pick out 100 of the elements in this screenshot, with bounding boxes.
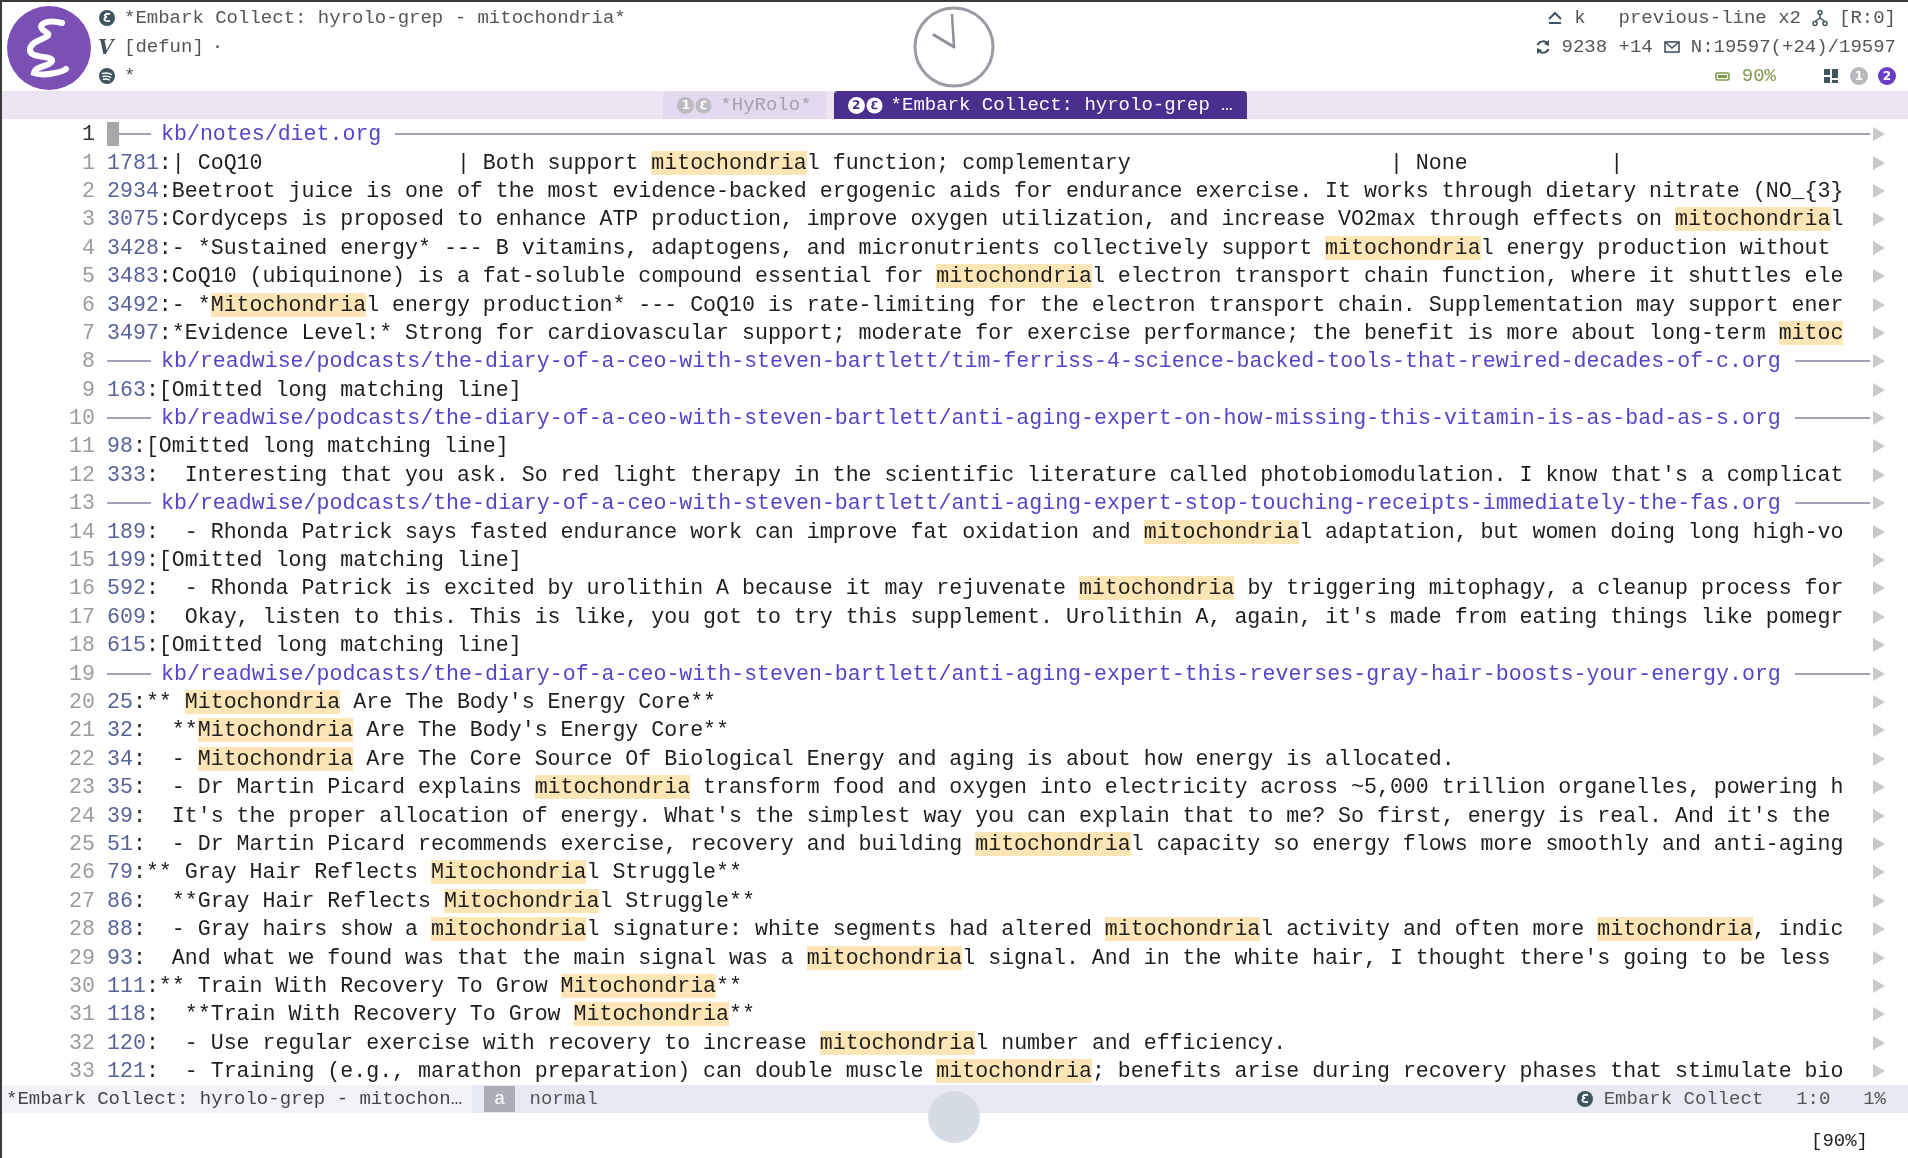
line-number: 26 <box>68 860 96 885</box>
arrow-icon <box>1872 154 1886 171</box>
emacs-icon <box>1575 1090 1594 1109</box>
match-line[interactable]: 39: It's the proper allocation of energy. What's the simplest way you can explain that to me? So first, energy is real. And it's the <box>107 803 1831 828</box>
line-number: 4 <box>81 235 96 260</box>
tab[interactable]: 2 *Embark Collect: hyrolo-grep … <box>833 91 1247 119</box>
match-line[interactable]: 25:** Mitochondria Are The Body's Energy Core** <box>107 690 717 714</box>
match-line[interactable]: 98:[Omitted long matching line] <box>107 434 509 459</box>
emacs-icon <box>695 96 713 114</box>
tree-icon <box>1811 8 1829 27</box>
line-number: 10 <box>68 406 96 431</box>
echo-message: [90%] <box>1811 1130 1868 1152</box>
match-line[interactable]: 615:[Omitted long matching line] <box>107 633 522 658</box>
function-name: [defun] <box>124 35 204 58</box>
match-line[interactable]: 111:** Train With Recovery To Grow Mitochondria** <box>107 973 742 998</box>
line-number: 6 <box>81 292 96 317</box>
file-path[interactable]: kb/readwise/podcasts/the-diary-of-a-ceo-with-steven-bartlett/anti-aging-expert-on-how-missing-this-vitamin-is-as-bad-as-s.org <box>161 406 1781 431</box>
clock-icon <box>912 5 996 89</box>
buffer-title: *Embark Collect: hyrolo-grep - mitochondria* <box>124 6 626 29</box>
line-number: 11 <box>68 434 96 459</box>
match-line[interactable]: 88: - Gray hairs show a mitochondrial signature: white segments had altered mitochondrial activity and often more mitochondria, indic <box>107 917 1844 942</box>
arrow-icon <box>1872 466 1886 483</box>
line-number: 33 <box>68 1059 96 1084</box>
file-path[interactable]: kb/readwise/podcasts/the-diary-of-a-ceo-with-steven-bartlett/anti-aging-expert-stop-touching-receipts-immediately-the-fas.org <box>161 491 1781 516</box>
arrow-icon <box>1872 268 1886 285</box>
match-line[interactable]: 120: - Use regular exercise with recovery to increase mitochondrial number and efficiency. <box>107 1030 1287 1055</box>
match-line[interactable]: 118: **Train With Recovery To Grow Mitochondria** <box>107 1002 755 1027</box>
modified-marker: * <box>124 64 136 87</box>
match-line[interactable]: 79:** Gray Hair Reflects Mitochondrial Struggle** <box>107 860 742 885</box>
line-number: 25 <box>68 831 96 856</box>
line-number: 15 <box>68 548 96 573</box>
line-number: 8 <box>81 349 96 374</box>
match-line[interactable]: 51: - Dr Martin Picard recommends exercise, recovery and building mitochondrial capacity so energy flows more smoothly and anti-aging <box>107 831 1844 856</box>
match-line[interactable]: 2934:Beetroot juice is one of the most evidence-backed ergogenic aids for endurance exercise. It works through dietary nitrate (NO_{3} <box>107 178 1844 203</box>
file-path[interactable]: kb/notes/diet.org <box>161 122 382 147</box>
match-line[interactable]: 3075:Cordyceps is proposed to enhance ATP production, improve oxygen utilization, and increase VO2max through effects on mitochondrial <box>107 207 1844 232</box>
arrow-icon <box>1872 665 1886 682</box>
mode-glyph: V <box>98 34 116 59</box>
register: [R:0] <box>1839 6 1896 29</box>
file-path[interactable]: kb/readwise/podcasts/the-diary-of-a-ceo-with-steven-bartlett/anti-aging-expert-this-reverses-gray-hair-boosts-your-energy.org <box>161 661 1781 686</box>
editor-state: normal <box>529 1088 598 1111</box>
cursor-position: 1:0 <box>1795 1088 1831 1111</box>
line-number: 9 <box>81 377 96 402</box>
line-number: 23 <box>68 775 96 800</box>
indicator-circle <box>928 1091 980 1144</box>
arrow-icon <box>1872 807 1886 824</box>
arrow-icon <box>1872 1034 1886 1051</box>
match-line[interactable]: 592: - Rhonda Patrick is excited by urolithin A because it may rejuvenate mitochondria by triggering mitophagy, a cleanup process for <box>107 576 1844 601</box>
match-line[interactable]: 3497:*Evidence Level:* Strong for cardiovascular support; moderate for exercise performance; the benefit is more about long-term mitoc <box>107 320 1844 345</box>
mail-count: N:19597(+24)/19597 <box>1690 35 1896 58</box>
line-number: 1 <box>81 150 96 175</box>
arrow-icon <box>1872 1063 1886 1080</box>
arrow-icon <box>1872 835 1886 852</box>
match-line[interactable]: 189: - Rhonda Patrick says fasted endurance work can improve fat oxidation and mitochondrial adaptation, but women doing long high-vo <box>107 519 1844 544</box>
match-line[interactable]: 609: Okay, listen to this. This is like, you got to try this supplement. Urolithin A, again, it's made from eating things like pomegr <box>107 604 1844 629</box>
line-number: 30 <box>68 973 96 998</box>
arrow-icon <box>1872 1006 1886 1023</box>
arrow-icon <box>1872 750 1886 767</box>
match-line[interactable]: 35: - Dr Martin Picard explains mitochondria transform food and oxygen into electricity across ~5,000 trillion organelles, powering h <box>107 775 1844 800</box>
match-line[interactable]: 121: - Training (e.g., marathon preparation) can double muscle mitochondria; benefits arise during recovery phases that stimulate bio <box>107 1059 1844 1084</box>
arrow-icon <box>1872 892 1886 909</box>
file-path[interactable]: kb/readwise/podcasts/the-diary-of-a-ceo-with-steven-bartlett/tim-ferriss-4-science-backed-tools-that-rewired-decades-of-c.org <box>161 349 1781 374</box>
match-line[interactable]: 3483:CoQ10 (ubiquinone) is a fat-soluble compound essential for mitochondrial electron transport chain function, where it shuttles ele <box>107 264 1844 289</box>
arrow-icon <box>1872 239 1886 256</box>
line-number: 31 <box>68 1002 96 1027</box>
arrow-icon <box>1872 694 1886 710</box>
arrow-icon <box>1872 779 1886 796</box>
arrow-icon <box>1872 722 1886 739</box>
match-line[interactable]: 163:[Omitted long matching line] <box>107 377 522 402</box>
line-number: 13 <box>68 491 96 516</box>
line-number: 22 <box>68 746 96 771</box>
line-number: 7 <box>81 320 96 345</box>
line-number: 20 <box>68 690 96 714</box>
line-number: 12 <box>68 462 96 487</box>
dot: · <box>211 35 224 58</box>
match-line[interactable]: 3492:- *Mitochondrial energy production* --- CoQ10 is rate-limiting for the electron transport chain. Supplementation may support ener <box>107 292 1844 317</box>
match-line[interactable]: 1781:| CoQ10 | Both support mitochondrial function; complementary | None | <box>107 150 1624 175</box>
match-line[interactable]: 93: And what we found was that the main signal was a mitochondrial signal. And in the white hair, I thought there's going to be less <box>107 945 1831 970</box>
arrow-icon <box>1872 608 1886 625</box>
arrow-icon <box>1872 211 1886 228</box>
logo-icon <box>6 5 92 91</box>
layout-icon <box>1822 66 1840 85</box>
match-line[interactable]: 32: **Mitochondria Are The Body's Energy Core** <box>107 718 730 743</box>
line-number: 17 <box>68 604 96 629</box>
match-line[interactable]: 199:[Omitted long matching line] <box>107 548 522 573</box>
line-number: 3 <box>81 207 96 232</box>
stripes-circle-icon <box>98 66 116 85</box>
arrow-icon <box>1872 580 1886 597</box>
match-line[interactable]: 3428:- *Sustained energy* --- B vitamins, adaptogens, and micronutrients collectively support mitochondrial energy production without <box>107 235 1831 260</box>
line-number: 18 <box>68 633 96 658</box>
state-key: a <box>484 1086 516 1113</box>
line-number: 29 <box>68 945 96 970</box>
arrow-icon <box>1872 637 1886 654</box>
match-line[interactable]: 86: **Gray Hair Reflects Mitochondrial Struggle** <box>107 888 755 913</box>
line-number: 19 <box>68 661 96 686</box>
match-line[interactable]: 34: - Mitochondria Are The Core Source Of Biological Energy and aging is about how energy is allocated. <box>107 746 1455 771</box>
arrow-icon <box>1872 126 1886 143</box>
match-line[interactable]: 333: Interesting that you ask. So red light therapy in the scientific literature called photobiomodulation. I know that's a complicat <box>107 462 1844 487</box>
arrow-icon <box>1872 921 1886 938</box>
workspace-badge[interactable]: 2 <box>1878 66 1896 85</box>
